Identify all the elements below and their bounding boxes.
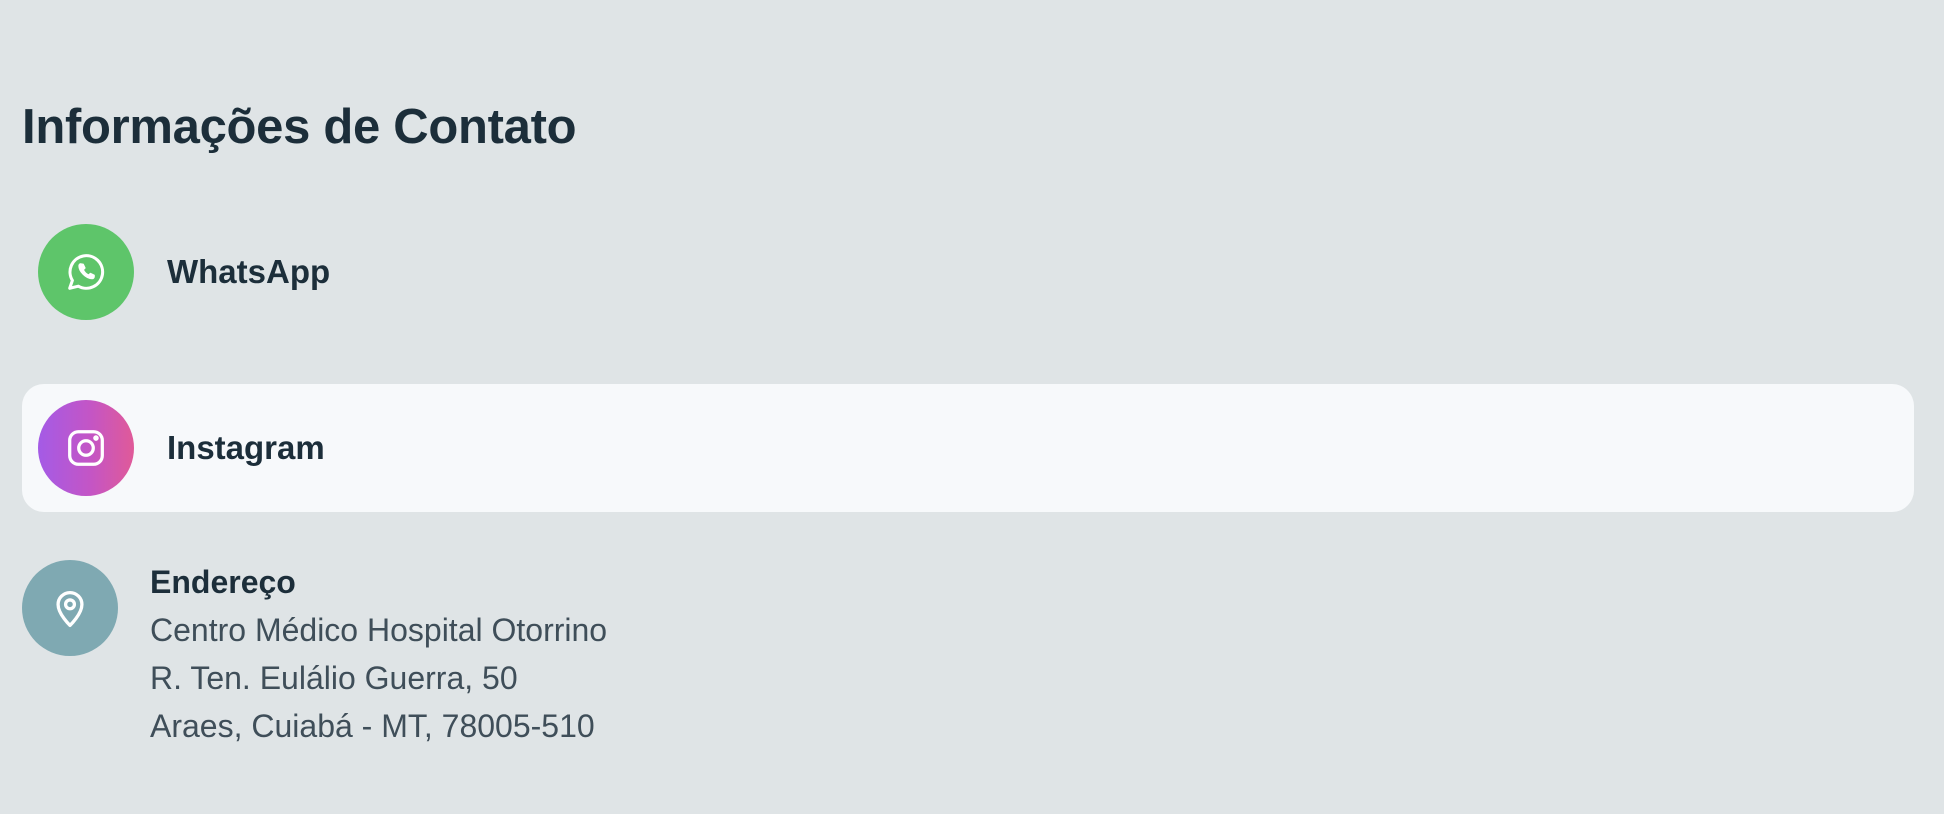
instagram-icon xyxy=(38,400,134,496)
address-text: Endereço Centro Médico Hospital Otorrino… xyxy=(150,560,607,750)
whatsapp-contact-link[interactable]: WhatsApp xyxy=(22,208,1914,336)
instagram-label: Instagram xyxy=(167,429,325,466)
location-pin-icon xyxy=(22,560,118,656)
address-line-1: Centro Médico Hospital Otorrino xyxy=(150,612,608,648)
page-title: Informações de Contato xyxy=(22,100,577,154)
address-block: Endereço Centro Médico Hospital Otorrino… xyxy=(22,560,607,750)
address-title: Endereço xyxy=(150,564,296,600)
instagram-contact-link[interactable]: Instagram xyxy=(22,384,1914,512)
address-line-3: Araes, Cuiabá - MT, 78005-510 xyxy=(150,708,595,744)
whatsapp-label: WhatsApp xyxy=(167,253,331,290)
address-line-2: R. Ten. Eulálio Guerra, 50 xyxy=(150,660,518,696)
whatsapp-icon xyxy=(38,224,134,320)
